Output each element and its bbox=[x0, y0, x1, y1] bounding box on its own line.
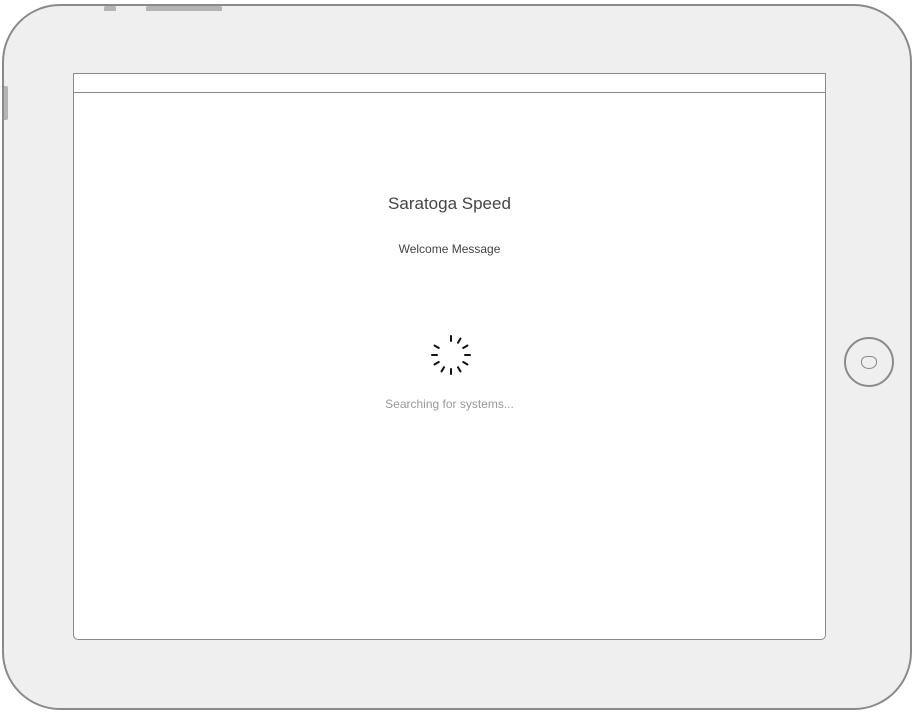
home-button[interactable] bbox=[844, 337, 894, 387]
device-screen: Saratoga Speed Welcome Message Searching… bbox=[73, 73, 826, 640]
loading-spinner-icon bbox=[431, 335, 471, 375]
loading-status-text: Searching for systems... bbox=[385, 397, 514, 411]
app-title: Saratoga Speed bbox=[388, 194, 511, 213]
power-button bbox=[146, 6, 222, 11]
welcome-message: Welcome Message bbox=[398, 242, 501, 256]
volume-button bbox=[104, 6, 116, 11]
home-button-icon bbox=[861, 356, 877, 369]
status-bar bbox=[74, 74, 825, 93]
side-switch bbox=[4, 86, 8, 120]
